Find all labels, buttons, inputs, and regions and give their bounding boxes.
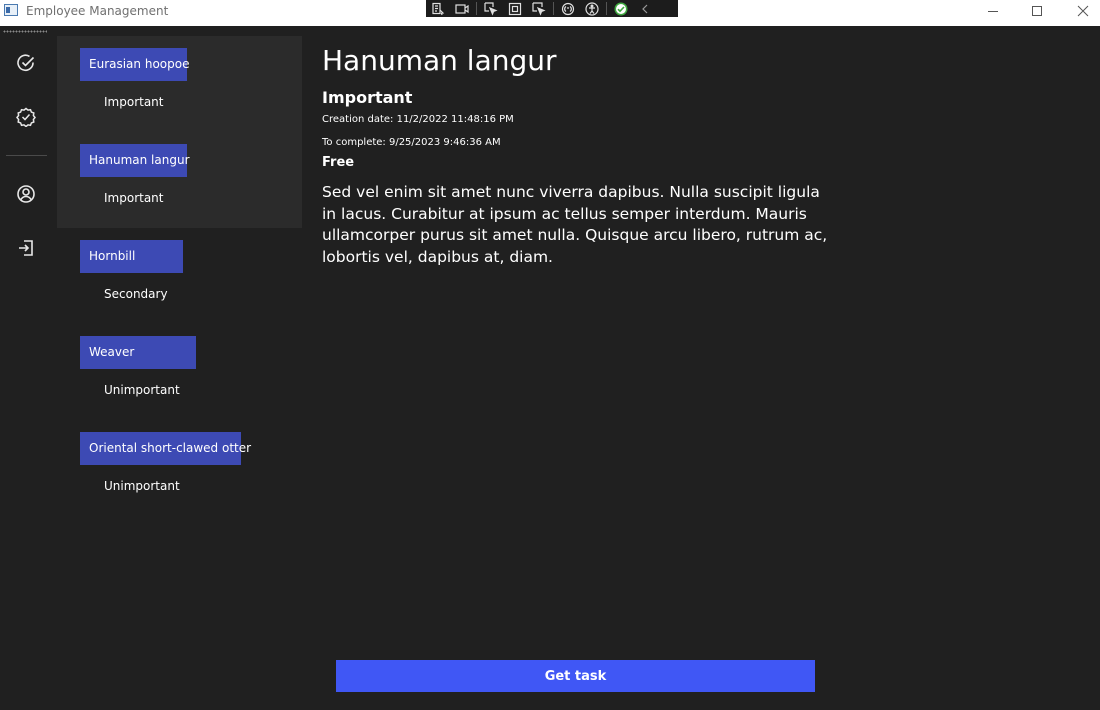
track-focus-icon[interactable] [527,0,551,17]
record-icon[interactable] [450,0,474,17]
app-icon [4,4,18,16]
task-detail-title: Hanuman langur [322,44,557,77]
title-bar: Employee Management [0,0,1100,26]
task-description: Sed vel enim sit amet nunc viverra dapib… [322,183,828,266]
sign-out-icon [19,240,33,256]
minimize-icon [988,11,998,12]
task-name: Hanuman langur [80,144,190,177]
maximize-button[interactable] [1014,0,1060,22]
task-list-item-selected[interactable]: Hanuman langur Important [57,132,302,228]
nav-profile-button[interactable] [6,174,46,214]
close-icon [1077,5,1089,17]
task-due-date: To complete: 9/25/2023 9:46:36 AM [322,137,501,148]
nav-tasks-button[interactable] [6,43,46,83]
task-list-item[interactable]: Eurasian hoopoe Important [57,36,302,132]
toolbar-separator [553,2,554,15]
get-task-button[interactable]: Get task [336,660,815,692]
close-button[interactable] [1060,0,1100,22]
window-title: Employee Management [26,4,169,18]
task-priority: Important [104,191,164,205]
nav-divider [6,155,47,156]
maximize-icon [1032,6,1042,16]
toolbar-separator [476,2,477,15]
hot-reload-ok-icon[interactable] [609,0,633,17]
check-circle-icon [17,54,35,71]
task-priority: Unimportant [104,479,180,493]
task-creation-date: Creation date: 11/2/2022 11:48:16 PM [322,114,514,125]
toolbar-separator [606,2,607,15]
badge-check-icon [16,107,36,127]
collapse-chevron-icon[interactable] [633,0,657,17]
task-priority: Secondary [104,287,168,301]
task-list-item[interactable]: Weaver Unimportant [57,324,302,420]
task-status: Free [322,155,355,170]
nav-completed-button[interactable] [6,97,46,137]
select-element-icon[interactable] [479,0,503,17]
task-name: Hornbill [80,240,183,273]
task-priority: Unimportant [104,383,180,397]
binding-failures-icon[interactable] [556,0,580,17]
task-list-item[interactable]: Oriental short-clawed otter Unimportant [57,420,302,516]
accessibility-checker-icon[interactable] [580,0,604,17]
debug-toolbar [426,0,678,17]
task-detail-priority: Important [322,88,413,107]
task-name: Weaver [80,336,196,369]
display-adorners-icon[interactable] [503,0,527,17]
nav-logout-button[interactable] [6,228,46,268]
task-priority: Important [104,95,164,109]
task-list-item[interactable]: Hornbill Secondary [57,228,302,324]
user-circle-icon [17,185,35,203]
drag-grip[interactable] [3,30,47,33]
live-visual-tree-icon[interactable] [426,0,450,17]
minimize-button[interactable] [970,0,1016,22]
task-name: Eurasian hoopoe [80,48,189,81]
task-name: Oriental short-clawed otter [80,432,251,465]
